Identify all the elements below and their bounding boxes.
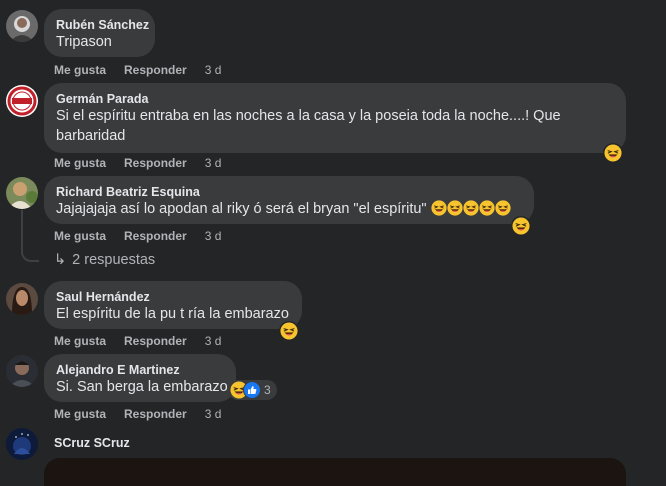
comment-text-line1: Si el espíritu entraba en las noches a l… bbox=[56, 108, 561, 124]
reply-arrow-icon: ↳ bbox=[54, 252, 67, 268]
like-link[interactable]: Me gusta bbox=[54, 156, 106, 170]
like-link[interactable]: Me gusta bbox=[54, 334, 106, 348]
timestamp[interactable]: 3 d bbox=[205, 407, 222, 421]
reply-link[interactable]: Responder bbox=[124, 156, 187, 170]
laughing-emoji-icon bbox=[463, 200, 479, 223]
comment-text: El espíritu de la pu t ría la embarazo bbox=[56, 306, 289, 322]
comment-text: Si. San berga la embarazo bbox=[56, 379, 228, 395]
view-replies-link[interactable]: ↳ 2 respuestas bbox=[54, 252, 155, 268]
comment-author[interactable]: Rubén Sánchez bbox=[56, 17, 149, 33]
reply-link[interactable]: Responder bbox=[124, 407, 187, 421]
timestamp[interactable]: 3 d bbox=[205, 334, 222, 348]
comment-bubble: Saul Hernández El espíritu de la pu t rí… bbox=[44, 281, 302, 329]
avatar[interactable] bbox=[6, 85, 38, 117]
avatar[interactable] bbox=[6, 177, 38, 209]
comment-text: Tripason bbox=[56, 34, 112, 50]
comment-bubble: Germán Parada Si el espíritu entraba en … bbox=[44, 83, 626, 153]
comment-actions: Me gusta Responder 3 d bbox=[54, 334, 221, 348]
comment-author[interactable]: Saul Hernández bbox=[56, 289, 290, 305]
comment-author[interactable]: SCruz SCruz bbox=[54, 435, 130, 451]
avatar[interactable] bbox=[6, 283, 38, 315]
avatar[interactable] bbox=[6, 428, 38, 460]
avatar[interactable] bbox=[6, 10, 38, 42]
avatar[interactable] bbox=[6, 355, 38, 387]
like-link[interactable]: Me gusta bbox=[54, 407, 106, 421]
reply-link[interactable]: Responder bbox=[124, 63, 187, 77]
comment-bubble: Alejandro E Martinez Si. San berga la em… bbox=[44, 354, 236, 402]
comment-actions: Me gusta Responder 3 d bbox=[54, 63, 221, 77]
laughing-emoji-icon[interactable] bbox=[603, 143, 623, 163]
comment-media[interactable] bbox=[44, 458, 626, 486]
laughing-emoji-icon bbox=[495, 200, 511, 223]
comment-text: Jajajajaja así lo apodan al riky ó será … bbox=[56, 200, 522, 223]
comment-author[interactable]: Richard Beatriz Esquina bbox=[56, 184, 522, 200]
comment-bubble: Richard Beatriz Esquina Jajajajaja así l… bbox=[44, 176, 534, 224]
timestamp[interactable]: 3 d bbox=[205, 63, 222, 77]
comment-bubble: Rubén Sánchez Tripason bbox=[44, 9, 155, 57]
like-link[interactable]: Me gusta bbox=[54, 63, 106, 77]
like-link[interactable]: Me gusta bbox=[54, 229, 106, 243]
comment-author[interactable]: Alejandro E Martinez bbox=[56, 362, 224, 378]
replies-count: 2 respuestas bbox=[72, 252, 156, 268]
reaction-summary[interactable]: 3 bbox=[228, 380, 277, 400]
laughing-emoji-icon bbox=[447, 200, 463, 223]
reaction-count: 3 bbox=[264, 383, 271, 397]
thread-line-curve bbox=[21, 248, 39, 262]
comment-author[interactable]: Germán Parada bbox=[56, 91, 614, 107]
laughing-emoji-icon bbox=[431, 200, 447, 223]
laughing-emoji-icon bbox=[479, 200, 495, 223]
comment-actions: Me gusta Responder 3 d bbox=[54, 156, 221, 170]
comment-text-body: Jajajajaja así lo apodan al riky ó será … bbox=[56, 201, 427, 217]
laughing-emoji-icon[interactable] bbox=[279, 321, 299, 341]
comment-text-line2: barbaridad bbox=[56, 127, 126, 144]
comment-actions: Me gusta Responder 3 d bbox=[54, 229, 221, 243]
timestamp[interactable]: 3 d bbox=[205, 229, 222, 243]
reply-link[interactable]: Responder bbox=[124, 229, 187, 243]
comment-actions: Me gusta Responder 3 d bbox=[54, 407, 221, 421]
like-reaction-icon bbox=[243, 381, 261, 399]
timestamp[interactable]: 3 d bbox=[205, 156, 222, 170]
reply-link[interactable]: Responder bbox=[124, 334, 187, 348]
thread-line bbox=[21, 210, 23, 250]
laughing-emoji-icon[interactable] bbox=[511, 216, 531, 236]
